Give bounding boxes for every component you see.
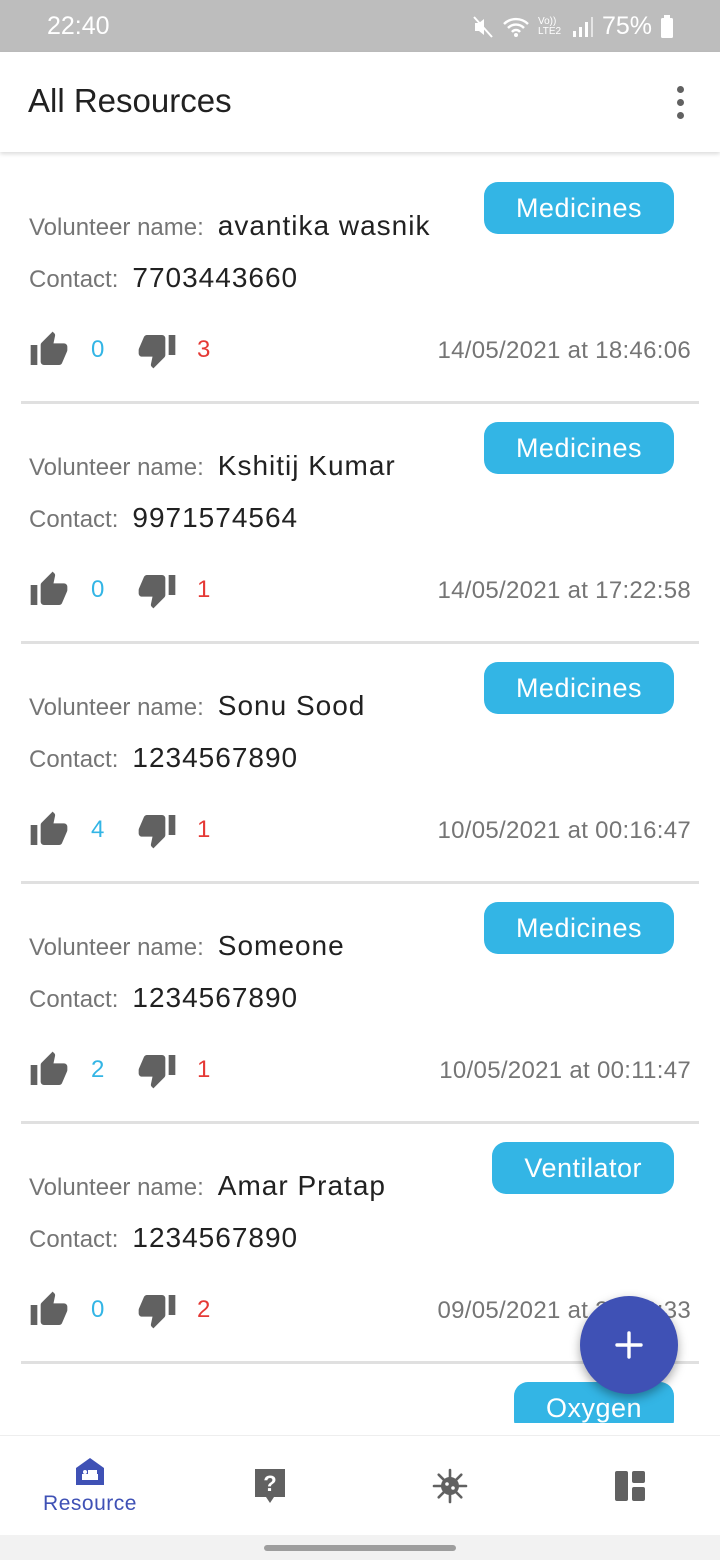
nav-label-resource: Resource — [43, 1491, 137, 1515]
contact-number[interactable]: 9971574564 — [132, 502, 298, 534]
volunteer-row: Volunteer name: Someone — [29, 930, 345, 962]
downvote-count: 2 — [197, 1296, 211, 1323]
contact-number[interactable]: 7703443660 — [132, 262, 298, 294]
volunteer-name: Kshitij Kumar — [217, 450, 396, 481]
svg-text:?: ? — [263, 1471, 276, 1496]
resource-card[interactable]: Medicines Volunteer name: Someone Contac… — [0, 872, 720, 1124]
bottom-navigation: Resource ? — [0, 1435, 720, 1535]
contact-row: Contact: 1234567890 — [29, 1222, 298, 1254]
upvote-count: 4 — [91, 816, 105, 843]
nav-item-covid[interactable] — [360, 1436, 540, 1535]
nav-item-dashboard[interactable] — [540, 1436, 720, 1535]
nav-item-help[interactable]: ? — [180, 1436, 360, 1535]
volunteer-label: Volunteer name: — [29, 934, 204, 961]
category-tag[interactable]: Medicines — [483, 422, 674, 474]
volunteer-name: Amar Pratap — [217, 1170, 386, 1201]
downvote-count: 1 — [197, 1056, 211, 1083]
upvote-count: 0 — [91, 576, 105, 603]
downvote-count: 1 — [197, 576, 211, 603]
upvote-count: 2 — [91, 1056, 105, 1083]
more-vert-icon[interactable] — [662, 80, 698, 124]
contact-label: Contact: — [29, 746, 119, 773]
contact-number[interactable]: 1234567890 — [132, 1222, 298, 1254]
category-tag[interactable]: Medicines — [483, 182, 674, 234]
thumb-up-icon[interactable] — [29, 810, 69, 850]
timestamp: 14/05/2021 at 17:22:58 — [437, 577, 691, 604]
resource-card[interactable]: Medicines Volunteer name: Kshitij Kumar … — [0, 392, 720, 644]
virus-icon — [432, 1468, 468, 1503]
volunteer-row: Volunteer name: Amar Pratap — [29, 1170, 386, 1202]
battery-percent: 75% — [601, 12, 652, 40]
thumb-down-icon[interactable] — [137, 1050, 177, 1090]
contact-row: Contact: 7703443660 — [29, 262, 298, 294]
volunteer-name: avantika wasnik — [217, 210, 431, 241]
volunteer-label: Volunteer name: — [29, 694, 204, 721]
dashboard-icon — [615, 1470, 645, 1501]
contact-row: Contact: 1234567890 — [29, 982, 298, 1014]
votes-row: 0 2 — [29, 1290, 210, 1330]
category-tag[interactable]: Medicines — [483, 662, 674, 714]
contact-number[interactable]: 1234567890 — [132, 742, 298, 774]
contact-row: Contact: 9971574564 — [29, 502, 298, 534]
contact-row: Contact: 1234567890 — [29, 742, 298, 774]
add-resource-button[interactable] — [580, 1296, 678, 1394]
hospital-bed-icon — [76, 1457, 104, 1485]
thumb-up-icon[interactable] — [29, 1050, 69, 1090]
thumb-up-icon[interactable] — [29, 570, 69, 610]
upvote-count: 0 — [91, 336, 105, 363]
volunteer-label: Volunteer name: — [29, 454, 204, 481]
screen: 22:40 Vo)) LTE2 75% All Resources Medici… — [0, 0, 720, 1560]
page-title: All Resources — [28, 82, 232, 119]
volunteer-row: Volunteer name: Sonu Sood — [29, 690, 365, 722]
home-indicator[interactable] — [264, 1545, 456, 1551]
resource-card[interactable]: Medicines Volunteer name: Sonu Sood Cont… — [0, 632, 720, 884]
volunteer-label: Volunteer name: — [29, 214, 204, 241]
votes-row: 0 3 — [29, 330, 210, 370]
wifi-icon — [503, 17, 529, 37]
mute-icon — [473, 15, 493, 38]
help-icon: ? — [255, 1468, 285, 1503]
category-tag[interactable]: Ventilator — [492, 1142, 674, 1194]
status-bar: 22:40 Vo)) LTE2 75% — [0, 0, 720, 52]
category-tag[interactable]: Medicines — [483, 902, 674, 954]
timestamp: 10/05/2021 at 00:16:47 — [437, 817, 691, 844]
contact-label: Contact: — [29, 1226, 119, 1253]
votes-row: 4 1 — [29, 810, 210, 850]
add-icon — [615, 1331, 643, 1359]
timestamp: 14/05/2021 at 18:46:06 — [437, 337, 691, 364]
signal-icon — [572, 16, 593, 37]
downvote-count: 3 — [197, 336, 211, 363]
thumb-down-icon[interactable] — [137, 810, 177, 850]
timestamp: 10/05/2021 at 00:11:47 — [439, 1057, 691, 1084]
battery-icon — [661, 14, 673, 38]
thumb-up-icon[interactable] — [29, 1290, 69, 1330]
votes-row: 2 1 — [29, 1050, 210, 1090]
thumb-up-icon[interactable] — [29, 330, 69, 370]
downvote-count: 1 — [197, 816, 211, 843]
contact-number[interactable]: 1234567890 — [132, 982, 298, 1014]
upvote-count: 0 — [91, 1296, 105, 1323]
status-icons: Vo)) LTE2 75% — [472, 12, 674, 41]
volunteer-row: Volunteer name: Kshitij Kumar — [29, 450, 396, 482]
volunteer-name: Sonu Sood — [217, 690, 366, 721]
network-label: Vo)) LTE2 — [537, 15, 562, 37]
volunteer-name: Someone — [217, 930, 345, 961]
contact-label: Contact: — [29, 266, 119, 293]
volunteer-label: Volunteer name: — [29, 1174, 204, 1201]
gesture-bar — [0, 1535, 720, 1560]
app-bar: All Resources — [0, 52, 720, 152]
resource-list[interactable]: Medicines Volunteer name: avantika wasni… — [0, 152, 720, 1423]
volunteer-row: Volunteer name: avantika wasnik — [29, 210, 430, 242]
resource-card[interactable]: Medicines Volunteer name: avantika wasni… — [0, 152, 720, 404]
contact-label: Contact: — [29, 506, 119, 533]
thumb-down-icon[interactable] — [137, 1290, 177, 1330]
thumb-down-icon[interactable] — [137, 330, 177, 370]
thumb-down-icon[interactable] — [137, 570, 177, 610]
nav-item-resource[interactable]: Resource — [0, 1436, 180, 1535]
votes-row: 0 1 — [29, 570, 210, 610]
status-time: 22:40 — [47, 12, 110, 40]
contact-label: Contact: — [29, 986, 119, 1013]
